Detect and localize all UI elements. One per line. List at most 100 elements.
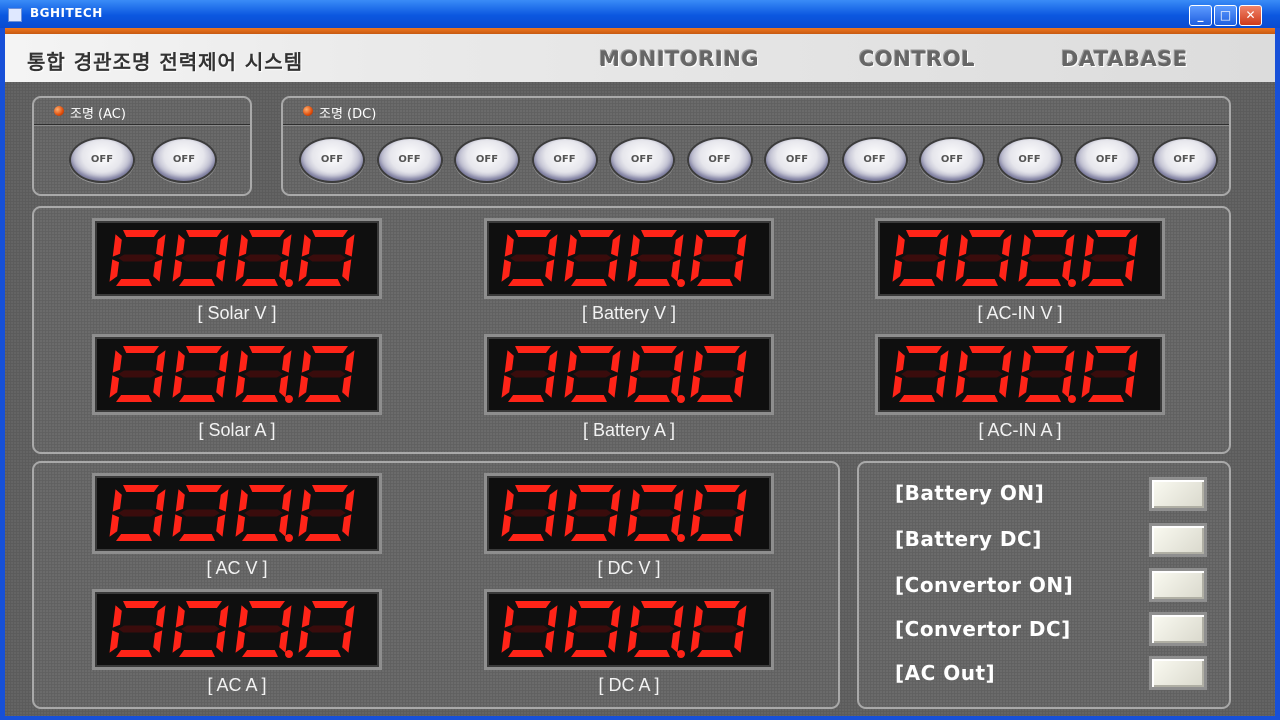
- close-icon: ✕: [1245, 8, 1256, 22]
- segment-g: [636, 254, 675, 262]
- decimal-point: [285, 650, 293, 658]
- segment-a: [641, 601, 677, 608]
- nav-control[interactable]: CONTROL: [859, 47, 975, 71]
- segment-c: [342, 375, 352, 398]
- segment-f: [301, 489, 311, 512]
- ac-off-button-1[interactable]: OFF: [69, 137, 135, 183]
- dc-off-button-5[interactable]: OFF: [609, 137, 675, 183]
- segment-a: [906, 230, 942, 237]
- segment-d: [962, 279, 998, 286]
- segment-b: [282, 350, 292, 373]
- ac-lighting-panel: 조명 (AC) OFF OFF: [32, 96, 252, 196]
- segment-d: [508, 534, 544, 541]
- segment-b: [156, 605, 166, 628]
- segment-c: [153, 375, 163, 398]
- dc-off-button-6[interactable]: OFF: [686, 137, 753, 183]
- segment-a: [1032, 346, 1068, 353]
- segment-a: [312, 230, 348, 237]
- segment-d: [571, 650, 607, 657]
- segment-c: [216, 259, 226, 282]
- off-button-label: OFF: [630, 154, 654, 165]
- segment-e: [1081, 375, 1091, 398]
- dc-off-button-8[interactable]: OFF: [841, 137, 908, 183]
- segment-e: [298, 514, 308, 537]
- segment-b: [1002, 350, 1012, 373]
- segment-f: [630, 350, 640, 373]
- segment-e: [235, 375, 245, 398]
- battery-a-display: [484, 334, 774, 415]
- segment-e: [501, 514, 511, 537]
- segment-a: [1095, 346, 1131, 353]
- dc-off-button-4[interactable]: OFF: [531, 137, 598, 183]
- segment-c: [734, 514, 744, 537]
- segment-d: [1088, 395, 1124, 402]
- segment-f: [630, 605, 640, 628]
- segment-e: [627, 514, 637, 537]
- segment-g: [573, 509, 612, 517]
- segment-b: [548, 489, 558, 512]
- segment-d: [242, 279, 278, 286]
- segment-a: [249, 230, 285, 237]
- segment-e: [172, 259, 182, 282]
- title-bar[interactable]: BGHITECH _ □ ✕: [0, 0, 1280, 28]
- dc-off-button-1[interactable]: OFF: [299, 137, 365, 183]
- segment-c: [936, 259, 946, 282]
- maximize-button[interactable]: □: [1214, 5, 1237, 26]
- segment-f: [504, 350, 514, 373]
- status-light-ac-out: [1149, 656, 1207, 690]
- seven-segment-readout: [109, 346, 355, 403]
- segment-e: [298, 375, 308, 398]
- segment-e: [298, 630, 308, 653]
- segment-e: [501, 259, 511, 282]
- segment-e: [109, 259, 119, 282]
- segment-b: [674, 489, 684, 512]
- nav-monitoring[interactable]: MONITORING: [599, 47, 759, 71]
- app-title: 통합 경관조명 전력제어 시스템: [27, 50, 304, 74]
- segment-f: [175, 489, 185, 512]
- seven-segment-readout: [892, 346, 1138, 403]
- ac-off-button-2[interactable]: OFF: [151, 137, 217, 183]
- segment-f: [630, 489, 640, 512]
- segment-g: [636, 509, 675, 517]
- window-title: BGHITECH: [30, 6, 103, 20]
- status-light-convertor-on: [1149, 568, 1207, 602]
- dc-off-button-3[interactable]: OFF: [454, 137, 520, 183]
- segment-f: [1084, 350, 1094, 373]
- segment-b: [345, 489, 355, 512]
- segment-a: [312, 601, 348, 608]
- segment-e: [564, 375, 574, 398]
- segment-e: [955, 259, 965, 282]
- segment-a: [641, 230, 677, 237]
- minimize-button[interactable]: _: [1189, 5, 1212, 26]
- segment-b: [156, 234, 166, 257]
- client-area: 통합 경관조명 전력제어 시스템 MONITORING CONTROL DATA…: [5, 28, 1275, 716]
- segment-e: [690, 375, 700, 398]
- decimal-point: [677, 534, 685, 542]
- dc-lighting-panel: 조명 (DC) OFF OFF OFF OFF OFF OFF OFF OFF OFF OFF OF…: [281, 96, 1231, 196]
- seven-segment-readout: [109, 601, 355, 658]
- segment-e: [501, 375, 511, 398]
- app-icon: [8, 8, 22, 22]
- segment-d: [697, 650, 733, 657]
- segment-e: [235, 630, 245, 653]
- segment-g: [510, 370, 549, 378]
- segment-b: [548, 605, 558, 628]
- segment-g: [964, 254, 1003, 262]
- segment-c: [216, 514, 226, 537]
- dc-off-button-11[interactable]: OFF: [1074, 137, 1140, 183]
- close-button[interactable]: ✕: [1239, 5, 1262, 26]
- segment-c: [671, 630, 681, 653]
- dc-off-button-10[interactable]: OFF: [996, 137, 1063, 183]
- segment-e: [627, 259, 637, 282]
- segment-b: [737, 234, 747, 257]
- off-button-label: OFF: [553, 154, 576, 165]
- segment-d: [1025, 279, 1061, 286]
- dc-off-button-2[interactable]: OFF: [376, 137, 443, 183]
- segment-c: [936, 375, 946, 398]
- segment-d: [242, 395, 278, 402]
- nav-database[interactable]: DATABASE: [1061, 47, 1188, 71]
- dc-off-button-9[interactable]: OFF: [919, 137, 985, 183]
- segment-f: [504, 489, 514, 512]
- dc-off-button-12[interactable]: OFF: [1151, 137, 1218, 183]
- dc-off-button-7[interactable]: OFF: [764, 137, 830, 183]
